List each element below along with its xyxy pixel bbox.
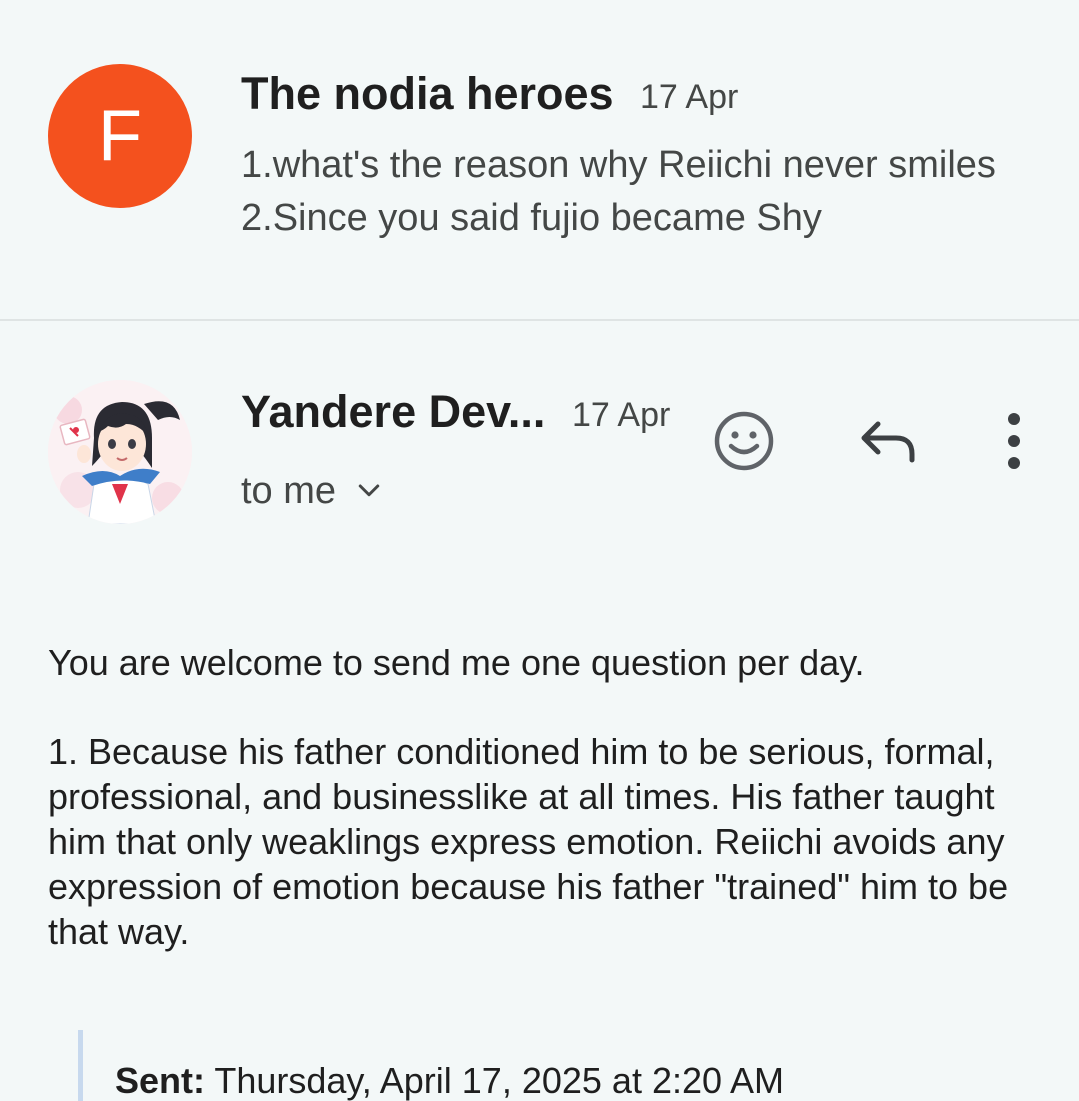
message-date: 17 Apr bbox=[640, 78, 739, 116]
sender-avatar[interactable]: F bbox=[48, 64, 192, 208]
sent-line: Sent: Thursday, April 17, 2025 at 2:20 A… bbox=[115, 1060, 784, 1101]
email-thread-view: F The nodia heroes 17 Apr 1.what's the r… bbox=[0, 0, 1079, 1101]
more-options-button[interactable] bbox=[974, 401, 1054, 481]
reply-button[interactable] bbox=[848, 401, 928, 481]
chevron-down-icon bbox=[358, 484, 380, 497]
add-reaction-icon bbox=[714, 411, 774, 471]
message-body: You are welcome to send me one question … bbox=[48, 640, 1038, 954]
recipients-label: to me bbox=[241, 469, 337, 512]
recipients-toggle[interactable]: to me bbox=[241, 466, 384, 516]
sender-name: The nodia heroes bbox=[241, 68, 614, 119]
body-paragraph: 1. Because his father conditioned him to… bbox=[48, 731, 1009, 952]
sender-avatar-image[interactable] bbox=[48, 380, 192, 524]
collapsed-message[interactable]: F The nodia heroes 17 Apr 1.what's the r… bbox=[0, 0, 1079, 320]
sent-value: Thursday, April 17, 2025 at 2:20 AM bbox=[214, 1060, 785, 1101]
anime-character-avatar-icon bbox=[48, 380, 192, 524]
sender-name: Yandere Dev... bbox=[241, 386, 546, 437]
avatar-letter: F bbox=[98, 96, 142, 176]
reply-icon bbox=[861, 421, 915, 463]
message-date: 17 Apr bbox=[572, 396, 671, 434]
message-snippet: 1.what's the reason why Reiichi never sm… bbox=[241, 144, 996, 239]
message-divider bbox=[0, 319, 1079, 321]
body-line: You are welcome to send me one question … bbox=[48, 642, 865, 683]
add-reaction-button[interactable] bbox=[704, 401, 784, 481]
quoted-text-block: Sent: Thursday, April 17, 2025 at 2:20 A… bbox=[78, 1030, 983, 1101]
more-vert-icon bbox=[1008, 413, 1020, 469]
sent-label: Sent: bbox=[115, 1060, 205, 1101]
